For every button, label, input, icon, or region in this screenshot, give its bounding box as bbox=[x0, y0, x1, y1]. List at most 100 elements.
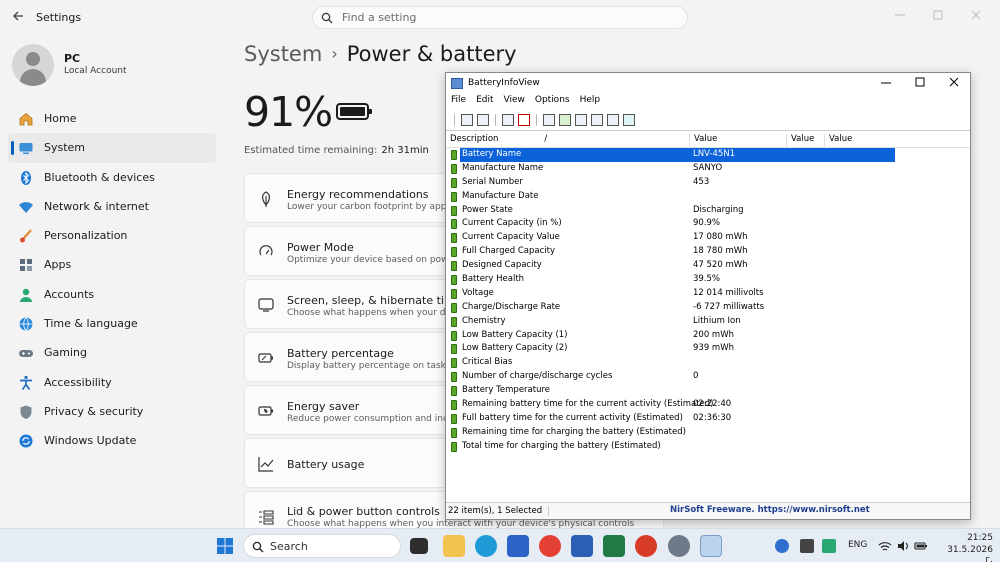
language-indicator[interactable]: ENG bbox=[848, 540, 867, 550]
table-row[interactable]: Low Battery Capacity (1) 200 mWh bbox=[446, 329, 970, 343]
card-battery-percentage[interactable]: Battery percentage Display battery perce… bbox=[244, 332, 454, 382]
battery-row-icon bbox=[451, 261, 457, 272]
taskbar-search[interactable]: Search bbox=[243, 534, 401, 558]
table-row[interactable]: Battery Health 39.5% bbox=[446, 273, 970, 287]
menu-help[interactable]: Help bbox=[580, 95, 601, 110]
battery-row-icon bbox=[451, 330, 457, 341]
col-value-1[interactable]: Value bbox=[689, 134, 786, 148]
minimize-icon[interactable] bbox=[894, 6, 906, 18]
exit-icon[interactable] bbox=[623, 113, 635, 126]
col-value-3[interactable]: Value bbox=[824, 134, 894, 148]
usb-tray-icon[interactable] bbox=[800, 539, 814, 553]
update-icon bbox=[19, 434, 33, 448]
card-screen-sleep[interactable]: Screen, sleep, & hibernate timeouts Choo… bbox=[244, 279, 454, 329]
clipboard-icon[interactable] bbox=[477, 113, 489, 126]
sidebar-item-home[interactable]: Home bbox=[8, 104, 216, 133]
table-row[interactable]: Charge/Discharge Rate -6 727 milliwatts bbox=[446, 301, 970, 315]
card-energy-recommendations[interactable]: Energy recommendations Lower your carbon… bbox=[244, 173, 454, 223]
breadcrumb-parent[interactable]: System bbox=[244, 42, 322, 66]
delete-icon[interactable] bbox=[518, 113, 530, 126]
sidebar-item-gaming[interactable]: Gaming bbox=[8, 338, 216, 367]
biv-close-icon[interactable] bbox=[948, 75, 960, 89]
save-icon[interactable] bbox=[543, 113, 555, 126]
wifi-tray-icon[interactable] bbox=[878, 539, 892, 553]
settings-app-title: Settings bbox=[36, 11, 82, 24]
battery-row-icon bbox=[451, 302, 457, 313]
menu-edit[interactable]: Edit bbox=[476, 95, 493, 110]
table-row[interactable]: Serial Number 453 bbox=[446, 176, 970, 190]
col-value-2[interactable]: Value bbox=[786, 134, 824, 148]
window-icon[interactable] bbox=[502, 113, 514, 126]
app-tray-icon[interactable] bbox=[822, 539, 836, 553]
pdf-reader-icon[interactable] bbox=[635, 535, 657, 557]
table-row[interactable]: Remaining battery time for the current a… bbox=[446, 398, 970, 412]
sidebar-item-time-language[interactable]: Time & language bbox=[8, 309, 216, 338]
table-row[interactable]: Full battery time for the current activi… bbox=[446, 412, 970, 426]
nirsoft-link[interactable]: NirSoft Freeware. https://www.nirsoft.ne… bbox=[670, 505, 870, 515]
sidebar-item-accessibility[interactable]: Accessibility bbox=[8, 368, 216, 397]
close-icon[interactable] bbox=[970, 6, 982, 20]
card-energy-saver[interactable]: Energy saver Reduce power consumption an… bbox=[244, 385, 454, 435]
maximize-icon[interactable] bbox=[932, 6, 944, 20]
biv-maximize-icon[interactable] bbox=[914, 75, 926, 89]
html-report-icon[interactable] bbox=[591, 113, 603, 126]
excel-icon[interactable] bbox=[603, 535, 625, 557]
table-row[interactable]: Manufacture Name SANYO bbox=[446, 162, 970, 176]
find-icon[interactable] bbox=[607, 113, 619, 126]
word-icon[interactable] bbox=[571, 535, 593, 557]
table-row[interactable]: Battery Temperature bbox=[446, 384, 970, 398]
back-arrow-icon[interactable] bbox=[12, 10, 24, 22]
sidebar-item-apps[interactable]: Apps bbox=[8, 250, 216, 279]
table-row[interactable]: Current Capacity Value 17 080 mWh bbox=[446, 231, 970, 245]
sidebar-item-system[interactable]: System bbox=[8, 133, 216, 163]
task-view-icon[interactable] bbox=[410, 538, 428, 554]
biv-minimize-icon[interactable] bbox=[880, 75, 892, 89]
properties-icon[interactable] bbox=[461, 113, 473, 126]
bluetooth-tray-icon[interactable] bbox=[775, 539, 789, 553]
sidebar-item-windows-update[interactable]: Windows Update bbox=[8, 426, 216, 455]
table-row[interactable]: Low Battery Capacity (2) 939 mWh bbox=[446, 342, 970, 356]
windows-start-icon[interactable] bbox=[217, 538, 233, 554]
table-row[interactable]: Battery Name LNV-45N1 bbox=[446, 148, 970, 162]
table-row[interactable]: Manufacture Date bbox=[446, 190, 970, 204]
sidebar-item-network[interactable]: Network & internet bbox=[8, 192, 216, 221]
settings-search-input[interactable]: Find a setting bbox=[312, 6, 688, 29]
menu-view[interactable]: View bbox=[504, 95, 525, 110]
copy-icon[interactable] bbox=[575, 113, 587, 126]
file-explorer-icon[interactable] bbox=[443, 535, 465, 557]
store-icon[interactable] bbox=[507, 535, 529, 557]
edge-icon[interactable] bbox=[475, 535, 497, 557]
taskbar-time[interactable]: 21:25 bbox=[955, 533, 993, 543]
table-row[interactable]: Full Charged Capacity 18 780 mWh bbox=[446, 245, 970, 259]
card-battery-usage[interactable]: Battery usage bbox=[244, 438, 454, 488]
sidebar-item-personalization[interactable]: Personalization bbox=[8, 221, 216, 250]
table-row[interactable]: Power State Discharging bbox=[446, 204, 970, 218]
row-value: 02:22:40 bbox=[693, 399, 732, 410]
battery-tray-icon[interactable] bbox=[914, 539, 928, 553]
settings-gear-icon[interactable] bbox=[668, 535, 690, 557]
table-row[interactable]: Critical Bias bbox=[446, 356, 970, 370]
table-row[interactable]: Current Capacity (in %) 90.9% bbox=[446, 217, 970, 231]
table-row[interactable]: Remaining time for charging the battery … bbox=[446, 426, 970, 440]
table-row[interactable]: Chemistry Lithium Ion bbox=[446, 315, 970, 329]
table-row[interactable]: Voltage 12 014 millivolts bbox=[446, 287, 970, 301]
breadcrumb-separator: › bbox=[331, 44, 338, 63]
taskbar-date[interactable]: 31.5.2026 г. bbox=[940, 545, 993, 562]
menu-file[interactable]: File bbox=[451, 95, 466, 110]
table-row[interactable]: Designed Capacity 47 520 mWh bbox=[446, 259, 970, 273]
sidebar-item-bluetooth[interactable]: Bluetooth & devices bbox=[8, 163, 216, 192]
menu-options[interactable]: Options bbox=[535, 95, 570, 110]
row-description: Remaining time for charging the battery … bbox=[462, 426, 686, 437]
chrome-icon[interactable] bbox=[539, 535, 561, 557]
battery-row-icon bbox=[451, 150, 457, 160]
table-row[interactable]: Number of charge/discharge cycles 0 bbox=[446, 370, 970, 384]
sidebar-item-privacy[interactable]: Privacy & security bbox=[8, 397, 216, 426]
batteryinfoview-taskbar-icon[interactable] bbox=[700, 535, 722, 557]
refresh-icon[interactable] bbox=[559, 113, 571, 126]
card-power-mode[interactable]: Power Mode Optimize your device based on… bbox=[244, 226, 454, 276]
battery-usage-icon bbox=[258, 457, 274, 472]
table-row[interactable]: Total time for charging the battery (Est… bbox=[446, 440, 970, 454]
col-description[interactable]: Description / bbox=[446, 134, 547, 148]
volume-tray-icon[interactable] bbox=[896, 539, 910, 553]
sidebar-item-accounts[interactable]: Accounts bbox=[8, 280, 216, 309]
